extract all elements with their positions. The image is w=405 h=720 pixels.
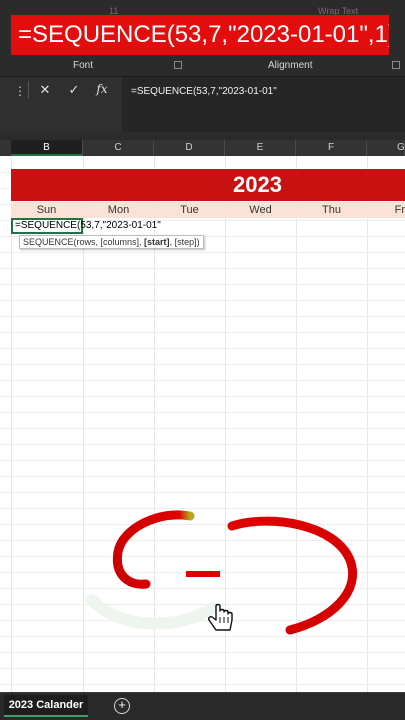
dialog-launcher-icon[interactable] xyxy=(174,61,182,69)
weekday-row: Sun Mon Tue Wed Thu Fr xyxy=(11,202,405,218)
tooltip-tail: , [step]) xyxy=(169,237,200,247)
name-box-area: ⋮ ✕ ✓ fx xyxy=(0,77,122,133)
weekday-fri[interactable]: Fr xyxy=(367,202,405,218)
sheet-tabs-bar: 2023 Calander + xyxy=(0,692,405,720)
year-title: 2023 xyxy=(233,172,282,197)
formula-input[interactable]: =SEQUENCE(53,7,"2023-01-01" xyxy=(124,77,405,133)
dialog-launcher-icon[interactable] xyxy=(392,61,400,69)
grid-row-line xyxy=(0,348,405,349)
ribbon-gap xyxy=(0,132,405,140)
sheet-tab-2023-calander[interactable]: 2023 Calander xyxy=(4,695,88,717)
ribbon: 11 Wrap Text =SEQUENCE(53,7,"2023-01-01"… xyxy=(0,0,405,76)
alignment-group-label: Alignment xyxy=(268,60,313,71)
tooltip-function: SEQUENCE( xyxy=(23,237,77,247)
column-header-b[interactable]: B xyxy=(11,140,83,156)
column-header-c[interactable]: C xyxy=(83,140,154,156)
weekday-thu[interactable]: Thu xyxy=(296,202,367,218)
grid-row-line xyxy=(0,268,405,269)
column-header-d[interactable]: D xyxy=(154,140,225,156)
column-header-e[interactable]: E xyxy=(225,140,296,156)
mouth-dash xyxy=(186,571,220,577)
tooltip-current-arg: [start] xyxy=(144,237,170,247)
weekday-tue[interactable]: Tue xyxy=(154,202,225,218)
column-header-g[interactable]: G xyxy=(367,140,405,156)
grid-row-line xyxy=(0,684,405,685)
grid-row-line xyxy=(0,444,405,445)
formula-text: =SEQUENCE(53,7,"2023-01-01" xyxy=(131,86,277,97)
divider xyxy=(28,81,29,99)
font-group-label: Font xyxy=(73,60,94,71)
right-eye-arc xyxy=(227,516,357,635)
drawn-annotation xyxy=(86,510,357,635)
formula-banner: =SEQUENCE(53,7,"2023-01-01",1) xyxy=(11,15,389,55)
column-header-f[interactable]: F xyxy=(296,140,367,156)
weekday-sun[interactable]: Sun xyxy=(11,202,82,218)
weekday-mon[interactable]: Mon xyxy=(83,202,154,218)
grid-row-line xyxy=(0,396,405,397)
grid-row-line xyxy=(0,460,405,461)
weekday-wed[interactable]: Wed xyxy=(225,202,296,218)
grid-row-line xyxy=(0,332,405,333)
grid-row-line xyxy=(0,428,405,429)
grid-row-line xyxy=(0,284,405,285)
column-headers: B C D E F G xyxy=(0,140,405,156)
tooltip-args: rows, [columns], xyxy=(76,237,145,247)
formula-bar: ⋮ ✕ ✓ fx =SEQUENCE(53,7,"2023-01-01" xyxy=(0,76,405,133)
year-banner: 2023 xyxy=(11,169,405,201)
grid-row-line xyxy=(0,364,405,365)
function-icon[interactable]: fx xyxy=(91,82,113,96)
cell-edit-text[interactable]: =SEQUENCE(53,7,"2023-01-01" xyxy=(15,220,161,231)
grid-row-line xyxy=(0,252,405,253)
grid-row-line xyxy=(0,476,405,477)
function-tooltip[interactable]: SEQUENCE(rows, [columns], [start], [step… xyxy=(19,235,204,249)
more-icon[interactable]: ⋮ xyxy=(14,84,26,98)
cancel-icon[interactable]: ✕ xyxy=(34,82,56,98)
add-sheet-icon[interactable]: + xyxy=(114,698,130,714)
faded-stroke xyxy=(86,594,218,630)
grid-row-line xyxy=(0,300,405,301)
left-eye-arc xyxy=(112,510,195,589)
grid-row-line xyxy=(0,412,405,413)
grid-row-line xyxy=(0,316,405,317)
enter-icon[interactable]: ✓ xyxy=(63,82,85,98)
grid-row-line xyxy=(0,380,405,381)
